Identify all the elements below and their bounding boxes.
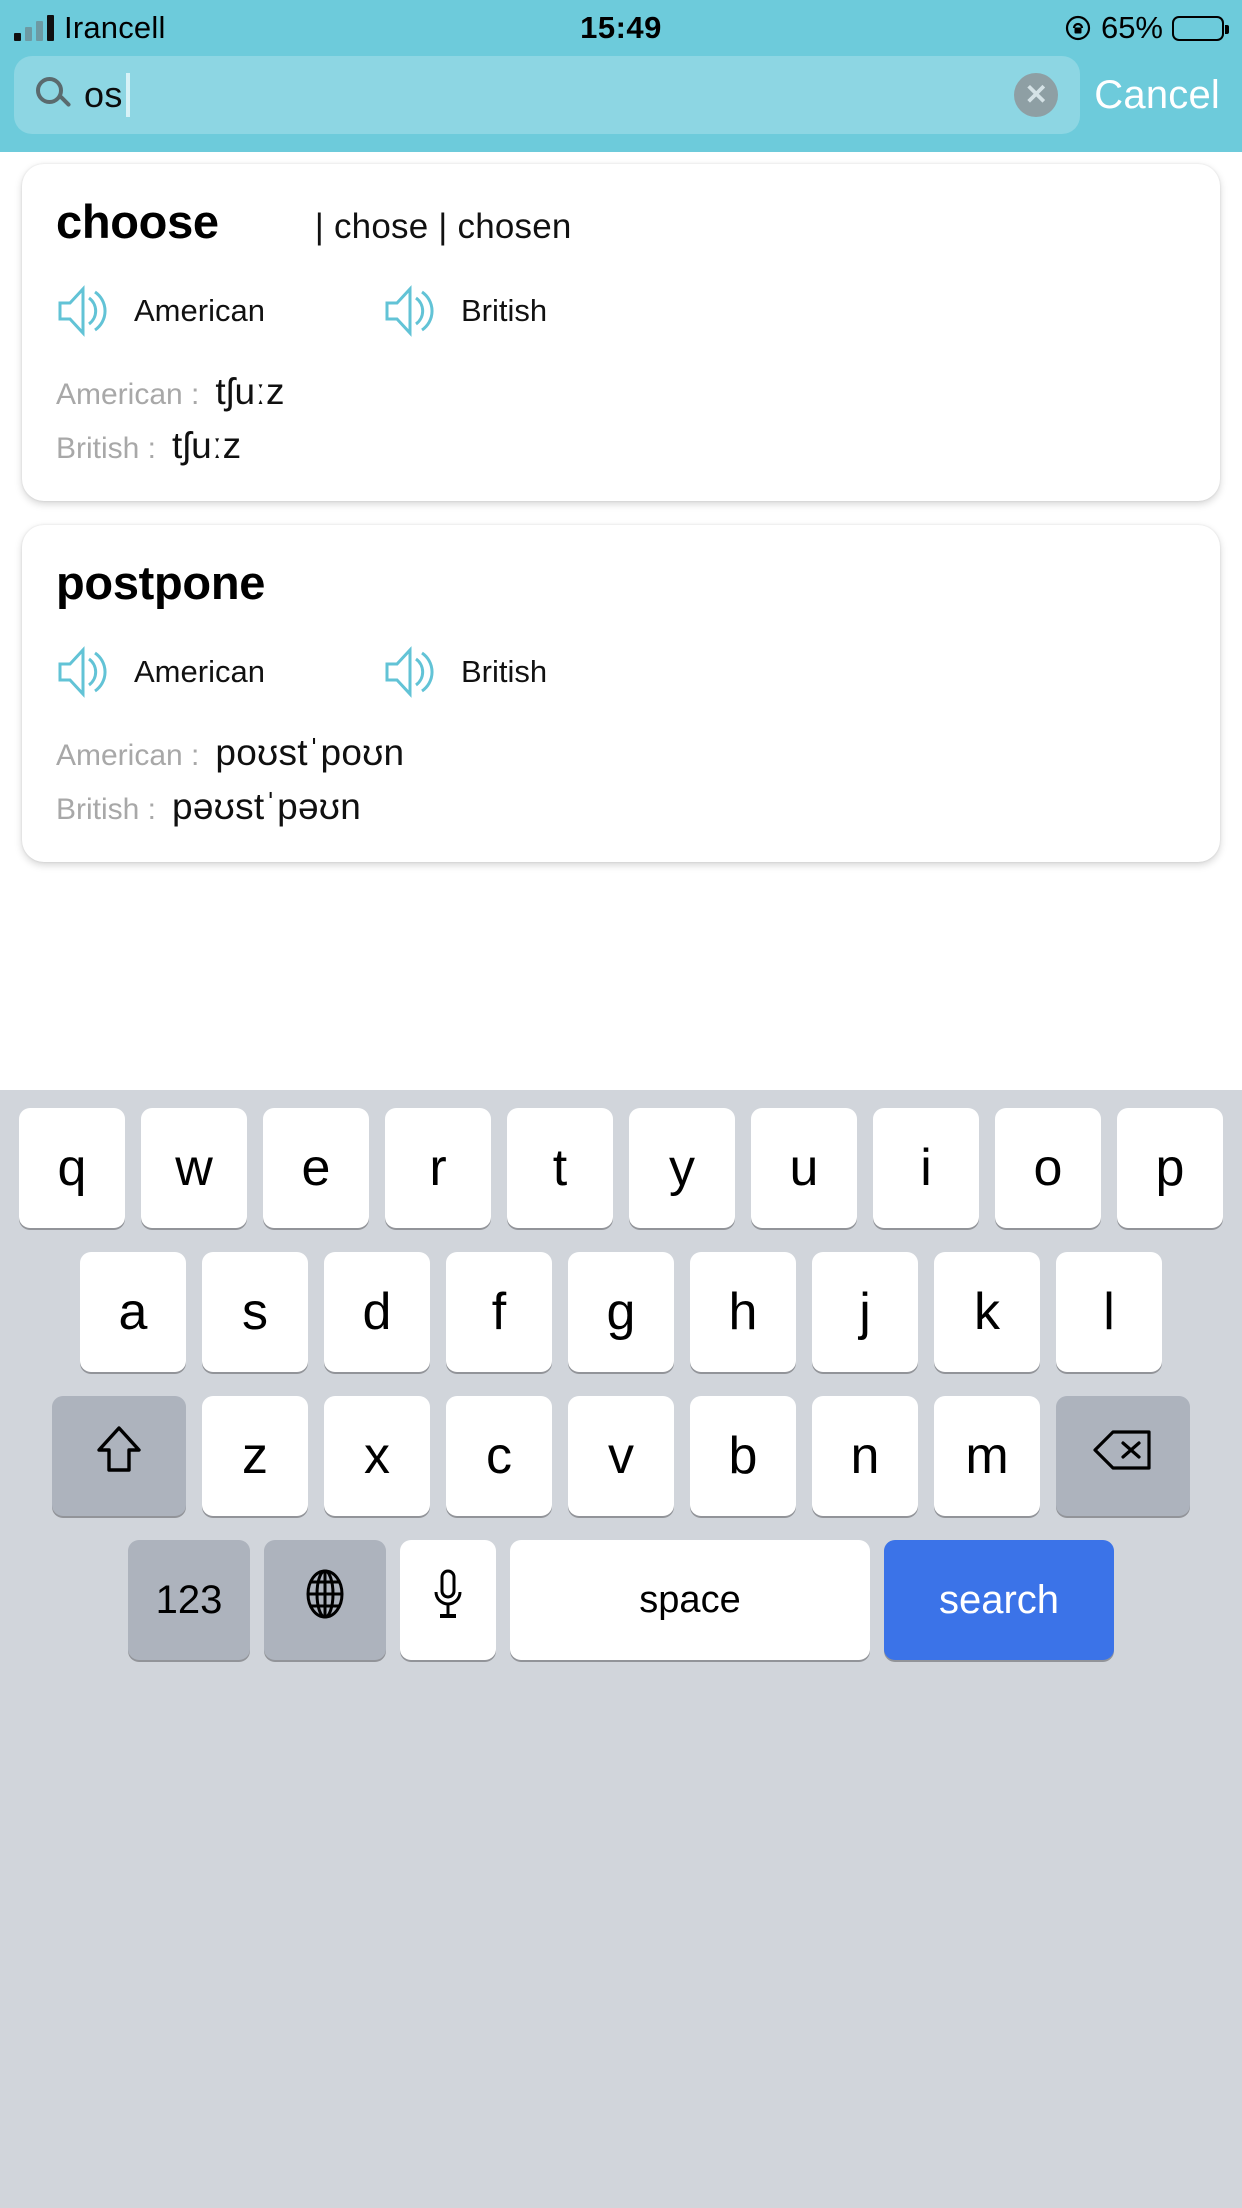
ipa-american-key: American :: [56, 378, 200, 411]
key-x[interactable]: x: [324, 1396, 430, 1516]
key-e[interactable]: e: [263, 1108, 369, 1228]
word-title: choose: [56, 195, 219, 248]
search-input[interactable]: os ✕: [14, 56, 1081, 134]
battery-percent: 65%: [1100, 10, 1163, 45]
speaker-icon: [383, 285, 441, 337]
key-h[interactable]: h: [690, 1252, 796, 1372]
search-bar: os ✕ Cancel: [0, 56, 1242, 152]
play-british-button[interactable]: British: [383, 285, 547, 337]
ipa-american-row: American : tʃuːz: [56, 371, 1186, 413]
key-p[interactable]: p: [1117, 1108, 1223, 1228]
accent-buttons-row: American British: [56, 285, 1186, 337]
speaker-icon: [56, 646, 114, 698]
play-british-button[interactable]: British: [383, 646, 547, 698]
key-z[interactable]: z: [202, 1396, 308, 1516]
american-label: American: [134, 293, 265, 328]
key-q[interactable]: q: [19, 1108, 125, 1228]
key-d[interactable]: d: [324, 1252, 430, 1372]
search-key[interactable]: search: [884, 1540, 1114, 1660]
key-u[interactable]: u: [751, 1108, 857, 1228]
clear-circle-icon[interactable]: ✕: [1014, 73, 1059, 117]
key-w[interactable]: w: [141, 1108, 247, 1228]
accent-buttons-row: American British: [56, 646, 1186, 698]
word-title: postpone: [56, 556, 266, 609]
ipa-british-key: British :: [56, 793, 157, 826]
status-bar-time: 15:49: [580, 10, 662, 45]
key-b[interactable]: b: [690, 1396, 796, 1516]
dictation-key[interactable]: [400, 1540, 496, 1660]
key-f[interactable]: f: [446, 1252, 552, 1372]
play-american-button[interactable]: American: [56, 646, 265, 698]
british-label: British: [460, 654, 548, 689]
key-o[interactable]: o: [995, 1108, 1101, 1228]
ipa-american-value: tʃuːz: [215, 371, 285, 412]
key-l[interactable]: l: [1056, 1252, 1162, 1372]
on-screen-keyboard: q w e r t y u i o p a s d f g h j k l z …: [0, 1090, 1242, 2208]
globe-key[interactable]: [264, 1540, 386, 1660]
speaker-icon: [383, 646, 441, 698]
keyboard-row-4: 123 space search: [0, 1540, 1242, 1660]
rotation-lock-icon: [1064, 14, 1092, 42]
key-g[interactable]: g: [568, 1252, 674, 1372]
key-s[interactable]: s: [202, 1252, 308, 1372]
american-label: American: [134, 654, 265, 689]
british-label: British: [460, 293, 548, 328]
ipa-british-row: British : tʃuːz: [56, 425, 1186, 467]
key-k[interactable]: k: [934, 1252, 1040, 1372]
key-c[interactable]: c: [446, 1396, 552, 1516]
microphone-icon: [430, 1566, 466, 1635]
word-inflections: | chose | chosen: [314, 207, 572, 246]
key-i[interactable]: i: [873, 1108, 979, 1228]
shift-key[interactable]: [52, 1396, 186, 1516]
backspace-icon: [1091, 1426, 1155, 1487]
ipa-british-value: tʃuːz: [172, 425, 242, 466]
speaker-icon: [56, 285, 114, 337]
shift-arrow-icon: [93, 1422, 145, 1491]
key-y[interactable]: y: [629, 1108, 735, 1228]
ipa-american-value: poʊstˈpoʊn: [215, 732, 405, 773]
keyboard-row-3: z x c v b n m: [0, 1396, 1242, 1516]
status-bar-right: 65%: [1064, 0, 1229, 56]
play-american-button[interactable]: American: [56, 285, 265, 337]
keyboard-row-2: a s d f g h j k l: [0, 1252, 1242, 1372]
battery-icon: [1172, 15, 1229, 41]
ipa-british-row: British : pəʊstˈpəʊn: [56, 786, 1186, 828]
result-card-choose[interactable]: choose | chose | chosen American British…: [22, 164, 1220, 501]
key-m[interactable]: m: [934, 1396, 1040, 1516]
result-card-postpone[interactable]: postpone American British American: poʊ…: [22, 525, 1220, 862]
keyboard-row-1: q w e r t y u i o p: [0, 1108, 1242, 1228]
card-header: postpone: [56, 555, 1186, 610]
card-header: choose | chose | chosen: [56, 194, 1186, 249]
space-key[interactable]: space: [510, 1540, 870, 1660]
results-list: choose | chose | chosen American British…: [0, 152, 1242, 862]
key-j[interactable]: j: [812, 1252, 918, 1372]
search-query-text: os: [84, 74, 123, 115]
numbers-key[interactable]: 123: [128, 1540, 250, 1660]
globe-icon: [299, 1566, 351, 1635]
ipa-british-value: pəʊstˈpəʊn: [172, 786, 362, 827]
cancel-button[interactable]: Cancel: [1094, 73, 1228, 118]
ipa-american-row: American : poʊstˈpoʊn: [56, 732, 1186, 774]
backspace-key[interactable]: [1056, 1396, 1190, 1516]
key-a[interactable]: a: [80, 1252, 186, 1372]
status-bar: Irancell 15:49 65%: [0, 0, 1242, 56]
ipa-american-key: American :: [56, 739, 200, 772]
key-v[interactable]: v: [568, 1396, 674, 1516]
ipa-british-key: British :: [56, 432, 157, 465]
text-caret: [125, 73, 130, 117]
key-n[interactable]: n: [812, 1396, 918, 1516]
search-icon: [36, 77, 72, 113]
key-t[interactable]: t: [507, 1108, 613, 1228]
key-r[interactable]: r: [385, 1108, 491, 1228]
